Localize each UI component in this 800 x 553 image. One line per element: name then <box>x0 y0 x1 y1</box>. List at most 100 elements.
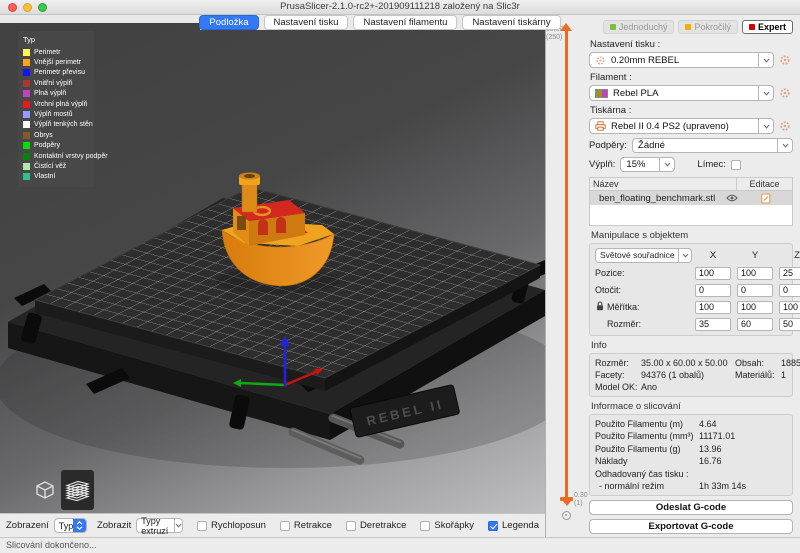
color-swatch <box>23 142 30 149</box>
size-z-input[interactable] <box>779 318 800 331</box>
legend-item: Obrys <box>23 130 90 140</box>
object-row[interactable]: ben_floating_benchmark.stl <box>590 191 792 205</box>
send-gcode-button[interactable]: Odeslat G-code <box>589 500 793 515</box>
manipulation-section: Manipulace s objektem Světové souřadnice… <box>589 230 793 336</box>
settings-panel: Jednoduchý Pokročilý Expert Nastavení ti… <box>586 15 800 537</box>
object-list-empty-area[interactable] <box>590 205 792 225</box>
tab-podlozka[interactable]: Podložka <box>199 15 258 30</box>
printer-dropdown-button[interactable] <box>759 118 774 134</box>
slider-options-icon[interactable] <box>562 511 571 520</box>
simple-mode-icon <box>610 24 616 30</box>
layers-icon <box>64 478 91 503</box>
coordinate-system-dropdown[interactable] <box>679 248 692 263</box>
mode-simple-button[interactable]: Jednoduchý <box>603 20 675 34</box>
materials-value: 1 <box>781 370 800 380</box>
retractions-checkbox[interactable] <box>280 521 290 531</box>
chevron-down-icon <box>782 143 789 148</box>
view-mode-label: Zobrazení <box>6 520 49 531</box>
color-swatch <box>23 80 30 87</box>
zoom-window-icon[interactable] <box>38 3 47 12</box>
editor-view-button[interactable] <box>28 470 61 510</box>
tab-print-settings[interactable]: Nastavení tisku <box>264 15 349 30</box>
slider-top-handle[interactable] <box>560 23 572 31</box>
travel-checkbox[interactable] <box>197 521 207 531</box>
unretractions-checkbox[interactable] <box>346 521 356 531</box>
position-y-input[interactable] <box>737 267 773 280</box>
scale-x-input[interactable] <box>695 301 731 314</box>
tab-filament-settings[interactable]: Nastavení filamentu <box>353 15 457 30</box>
edit-print-settings-button[interactable] <box>777 52 793 68</box>
rotate-z-input[interactable] <box>779 284 800 297</box>
shells-checkbox-group: Skořápky <box>420 520 474 531</box>
color-swatch <box>23 49 30 56</box>
legend-item: Perimetr <box>23 47 90 57</box>
filament-combo[interactable]: Rebel PLA <box>589 85 759 101</box>
rotate-y-input[interactable] <box>737 284 773 297</box>
minimize-window-icon[interactable] <box>23 3 32 12</box>
color-swatch <box>23 153 30 160</box>
edit-printer-button[interactable] <box>777 118 793 134</box>
legend-item: Perimetr převisu <box>23 68 90 78</box>
layer-slider[interactable]: 50.00 (250) 0.30 (1) <box>546 15 586 537</box>
show-features-dropdown[interactable] <box>175 518 183 533</box>
position-x-input[interactable] <box>695 267 731 280</box>
preview-view-button[interactable] <box>61 470 94 510</box>
tab-printer-settings[interactable]: Nastavení tiskárny <box>462 15 560 30</box>
chevron-down-icon <box>682 253 689 258</box>
position-z-input[interactable] <box>779 267 800 280</box>
printer-combo[interactable]: Rebel II 0.4 PS2 (upraveno) <box>589 118 759 134</box>
color-swatch <box>23 69 30 76</box>
infill-combo[interactable]: 15% <box>620 157 660 172</box>
printer-icon <box>595 121 606 131</box>
brim-checkbox[interactable] <box>731 160 741 170</box>
model-ok-value: Ano <box>641 382 735 392</box>
close-window-icon[interactable] <box>8 3 17 12</box>
supports-dropdown-button[interactable] <box>778 138 793 153</box>
edit-object-button[interactable] <box>740 193 792 204</box>
legend-checkbox-group: Legenda <box>488 520 539 531</box>
scale-y-input[interactable] <box>737 301 773 314</box>
rotate-x-input[interactable] <box>695 284 731 297</box>
edit-icon <box>761 193 771 204</box>
export-gcode-button[interactable]: Exportovat G-code <box>589 519 793 534</box>
lock-icon[interactable] <box>596 301 604 313</box>
eye-icon <box>726 194 738 202</box>
legend-checkbox[interactable] <box>488 521 498 531</box>
chevron-down-icon <box>763 58 770 63</box>
print-time-value: 1h 33m 14s <box>699 481 787 491</box>
show-features-combo[interactable]: Typy extruzí <box>136 518 175 533</box>
model-ok-label: Model OK: <box>595 382 641 392</box>
coordinate-system-combo[interactable]: Světové souřadnice <box>595 248 679 263</box>
print-settings-combo[interactable]: 0.20mm REBEL <box>589 52 759 68</box>
supports-combo[interactable]: Žádné <box>632 138 778 153</box>
size-x-input[interactable] <box>695 318 731 331</box>
status-text: Slicování dokončeno... <box>6 540 97 550</box>
supports-label: Podpěry: <box>589 140 627 151</box>
infill-dropdown-button[interactable] <box>660 157 675 172</box>
shells-checkbox[interactable] <box>420 521 430 531</box>
print-time-mode: - normální režim <box>595 481 699 491</box>
mode-advanced-button[interactable]: Pokročilý <box>678 20 738 34</box>
visibility-toggle[interactable] <box>724 194 740 202</box>
print-settings-dropdown-button[interactable] <box>759 52 774 68</box>
view-mode-select[interactable]: Typ <box>54 518 87 533</box>
size-y-input[interactable] <box>737 318 773 331</box>
edit-filament-button[interactable] <box>777 85 793 101</box>
scale-z-input[interactable] <box>779 301 800 314</box>
filament-dropdown-button[interactable] <box>759 85 774 101</box>
axis-header-y: Y <box>737 250 773 261</box>
slider-track[interactable] <box>565 31 568 497</box>
legend-item: Vnitřní výplň <box>23 78 90 88</box>
main-tabs: Podložka Nastavení tisku Nastavení filam… <box>200 15 560 30</box>
brim-label: Límec: <box>697 159 726 170</box>
benchy-model[interactable] <box>216 173 340 295</box>
facets-label: Facety: <box>595 370 641 380</box>
object-list-header: Název Editace <box>590 178 792 191</box>
advanced-mode-icon <box>685 24 691 30</box>
gear-icon <box>779 87 791 99</box>
mode-expert-button[interactable]: Expert <box>742 20 793 34</box>
select-stepper-icon <box>73 518 86 533</box>
legend-item: Podpěry <box>23 141 90 151</box>
printer-label: Tiskárna : <box>590 105 793 116</box>
3d-viewport[interactable]: REBEL II Typ Perimetr Vnější perimetr Pe… <box>0 23 545 513</box>
